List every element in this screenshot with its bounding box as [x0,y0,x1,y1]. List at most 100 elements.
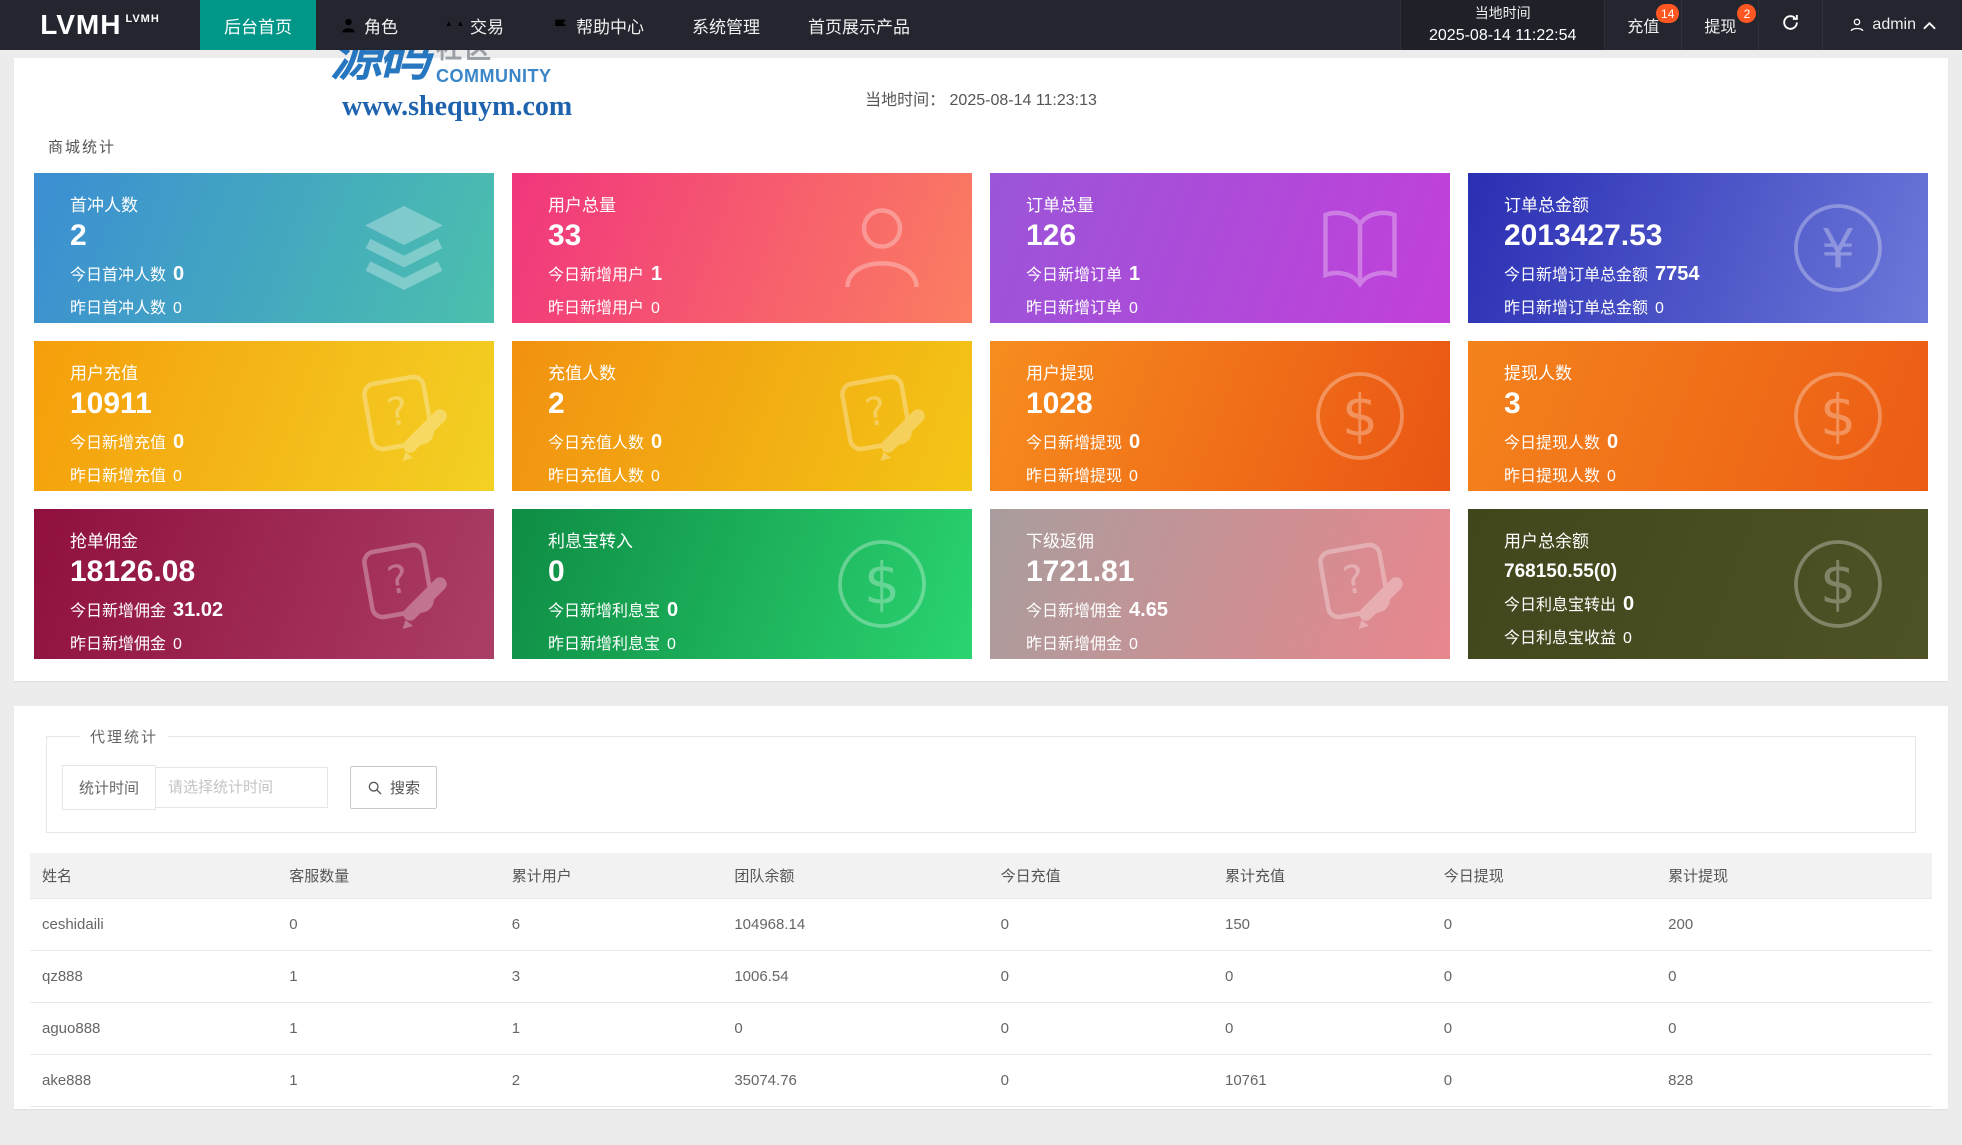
stat-card-用户总余额: 用户总余额 768150.55(0) 今日利息宝转出 0 今日利息宝收益 0 $ [1468,509,1928,659]
table-row-ake888: ake888 1 2 35074.76 0 10761 0 828 [30,1054,1932,1107]
withdraw-label: 提现 [1704,19,1737,36]
today-label: 今日新增佣金 [1026,603,1123,620]
menu-item-系统管理[interactable]: 系统管理 [668,0,784,50]
today-label: 今日新增充值 [70,435,167,452]
menu-item-帮助中心[interactable]: 帮助中心 [528,0,668,50]
recharge-link[interactable]: 充值 14 [1605,0,1683,50]
yesterday-label: 昨日新增佣金 [1026,636,1123,653]
yesterday-value: 0 [173,300,182,317]
menu-item-后台首页[interactable]: 后台首页 [200,0,316,50]
stat-card-首冲人数: 首冲人数 2 今日首冲人数 0 昨日首冲人数 0 [34,173,494,323]
table-cell: 2 [499,1054,723,1107]
yesterday-value: 0 [1129,300,1138,317]
svg-text:$: $ [1342,384,1378,450]
svg-text:?: ? [862,389,890,437]
column-header-今日充值: 今日充值 [988,853,1213,899]
editdoc-icon: ? [356,368,452,464]
table-cell: 6 [499,898,723,951]
today-label: 今日新增佣金 [70,603,167,620]
menu-item-首页展示产品[interactable]: 首页展示产品 [784,0,934,50]
yesterday-value: 0 [651,468,660,485]
table-cell: 1 [277,950,500,1003]
column-header-姓名: 姓名 [30,853,278,899]
table-cell: 828 [1656,1054,1932,1107]
svg-text:$: $ [1820,384,1856,450]
today-label: 今日充值人数 [548,435,645,452]
stat-card-yesterday-line: 昨日新增佣金 0 [1026,630,1450,654]
local-time-label: 当地时间 [1474,5,1531,22]
main-menu: 后台首页 角色 交易 帮助中心 系统管理 首页展示产品 [200,0,934,50]
stat-card-订单总量: 订单总量 126 今日新增订单 1 昨日新增订单 0 [990,173,1450,323]
table-cell: 1 [499,1002,723,1055]
today-value: 7754 [1655,263,1700,285]
table-cell: 0 [277,898,500,951]
table-cell: 1 [277,1002,500,1055]
yesterday-value: 0 [173,636,182,653]
table-row-ceshidaili: ceshidaili 0 6 104968.14 0 150 0 200 [30,898,1932,951]
editdoc-icon: ? [356,536,452,632]
table-cell: 35074.76 [722,1054,989,1107]
table-cell: 0 [1431,898,1657,951]
stat-cards-grid: 首冲人数 2 今日首冲人数 0 昨日首冲人数 0 用户总量 33 今日新增用户 1 昨日新增用户 0 订… [34,173,1928,659]
menu-item-交易[interactable]: 交易 [422,0,528,50]
yesterday-label: 今日利息宝收益 [1504,630,1617,647]
today-value: 4.65 [1129,599,1168,621]
today-label: 今日首冲人数 [70,267,167,284]
table-cell: 0 [1431,1002,1657,1055]
search-button[interactable]: 搜索 [350,766,438,809]
content-time-label: 当地时间： [865,92,946,109]
yesterday-value: 0 [1607,468,1616,485]
watermark-community: COMMUNITY [436,66,552,86]
today-label: 今日利息宝转出 [1504,597,1617,614]
recharge-label: 充值 [1627,19,1660,36]
today-value: 0 [667,599,679,621]
withdraw-badge[interactable]: 2 [1737,4,1757,23]
today-value: 0 [173,431,185,453]
table-cell: 0 [988,1054,1213,1107]
person-icon [834,200,930,296]
table-cell: ake888 [30,1054,278,1107]
column-header-累计充值: 累计充值 [1213,853,1432,899]
table-cell: 0 [1656,1002,1932,1055]
dollar-icon: $ [834,536,930,632]
stat-card-抢单佣金: 抢单佣金 18126.08 今日新增佣金 31.02 昨日新增佣金 0? [34,509,494,659]
menu-item-label: 角色 [364,17,398,37]
column-header-累计用户: 累计用户 [499,853,723,899]
today-value: 0 [1129,431,1141,453]
table-cell: aguo888 [30,1002,278,1055]
navbar-right: 当地时间 2025-08-14 11:22:54 充值 14 提现 2 admi… [1400,0,1962,50]
filter-time-input[interactable] [156,767,329,808]
yesterday-label: 昨日新增提现 [1026,468,1123,485]
stat-card-yesterday-line: 昨日新增订单 0 [1026,294,1450,318]
withdraw-link[interactable]: 提现 2 [1682,0,1760,50]
stat-card-用户总量: 用户总量 33 今日新增用户 1 昨日新增用户 0 [512,173,972,323]
refresh-button[interactable] [1759,0,1824,50]
stat-card-yesterday-line: 昨日新增佣金 0 [70,630,494,654]
top-navbar: LVMH LVMH 后台首页 角色 交易 帮助中心 系统管理 首页展示产品 当地时间 20… [0,0,1962,50]
table-cell: 0 [988,1002,1213,1055]
stat-card-yesterday-line: 昨日新增充值 0 [70,462,494,486]
navbar-local-time: 当地时间 2025-08-14 11:22:54 [1400,0,1606,50]
svg-text:?: ? [384,389,412,437]
table-cell: 0 [722,1002,989,1055]
dollar-icon: $ [1312,368,1408,464]
yesterday-label: 昨日新增订单总金额 [1504,300,1649,317]
table-cell: 0 [1213,1002,1432,1055]
agent-table: 姓名 客服数量 累计用户 团队余额 今日充值 累计充值 今日提现 累计提现 ceshidail… [30,853,1932,1107]
table-row-qz888: qz888 1 3 1006.54 0 0 0 0 [30,950,1932,1003]
today-label: 今日提现人数 [1504,435,1601,452]
yesterday-label: 昨日提现人数 [1504,468,1601,485]
stats-panel: 当地时间： 2025-08-14 11:23:13 商城统计 首冲人数 2 今日首冲… [14,58,1948,681]
agent-fieldset: 代理统计 统计时间 搜索 [46,726,1916,833]
menu-item-角色[interactable]: 角色 [316,0,422,50]
menu-item-label: 系统管理 [692,17,760,37]
stat-card-用户充值: 用户充值 10911 今日新增充值 0 昨日新增充值 0? [34,341,494,491]
agent-panel: 代理统计 统计时间 搜索 姓名客服数量累计用户团队余额今日充值累计充值今日提现累… [14,706,1948,1109]
yesterday-value: 0 [1129,636,1138,653]
table-cell: 1 [277,1054,500,1107]
admin-menu[interactable]: admin [1823,0,1962,50]
yesterday-value: 0 [1129,468,1138,485]
brand-logo: LVMH LVMH [0,0,200,50]
stat-card-yesterday-line: 昨日提现人数 0 [1504,462,1928,486]
recharge-badge[interactable]: 14 [1656,4,1680,23]
